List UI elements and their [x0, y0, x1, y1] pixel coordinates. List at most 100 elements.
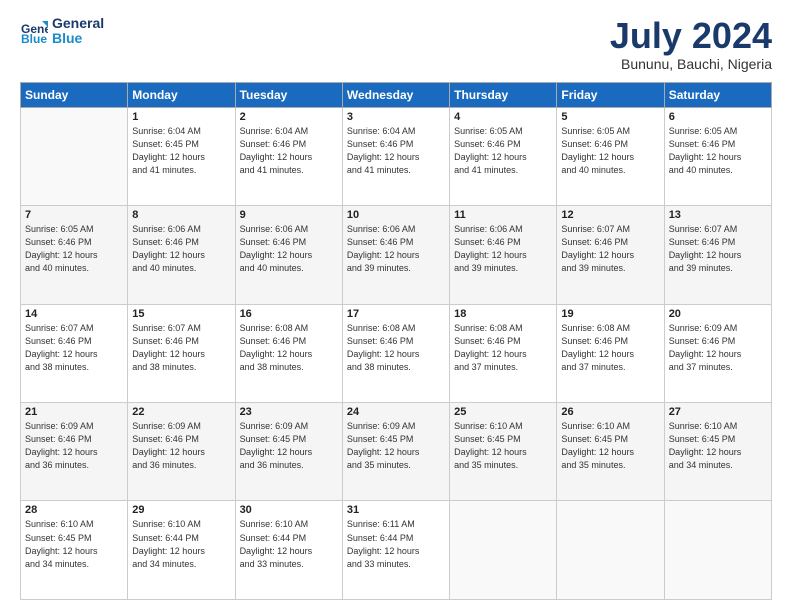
- day-number: 25: [454, 406, 552, 418]
- day-info: Sunrise: 6:06 AM Sunset: 6:46 PM Dayligh…: [347, 223, 445, 275]
- day-number: 14: [25, 308, 123, 320]
- day-number: 26: [561, 406, 659, 418]
- calendar-cell: 17 Sunrise: 6:08 AM Sunset: 6:46 PM Dayli…: [342, 304, 449, 402]
- calendar-cell: 15Sunrise: 6:07 AM Sunset: 6:46 PM Dayli…: [128, 304, 235, 402]
- calendar-cell: 3 Sunrise: 6:04 AM Sunset: 6:46 PM Daylig…: [342, 107, 449, 205]
- calendar-cell: 4Sunrise: 6:05 AM Sunset: 6:46 PM Daylig…: [450, 107, 557, 205]
- month-title: July 2024: [610, 16, 772, 56]
- location: Bununu, Bauchi, Nigeria: [610, 56, 772, 72]
- day-info: Sunrise: 6:04 AM Sunset: 6:46 PM Dayligh…: [347, 125, 445, 177]
- day-number: 12: [561, 209, 659, 221]
- calendar-cell: 12Sunrise: 6:07 AM Sunset: 6:46 PM Dayli…: [557, 206, 664, 304]
- day-number: 5: [561, 111, 659, 123]
- day-number: 18: [454, 308, 552, 320]
- calendar-cell: 2 Sunrise: 6:04 AM Sunset: 6:46 PM Daylig…: [235, 107, 342, 205]
- day-number: 8: [132, 209, 230, 221]
- calendar-cell: 24Sunrise: 6:09 AM Sunset: 6:45 PM Dayli…: [342, 403, 449, 501]
- day-number: 10: [347, 209, 445, 221]
- weekday-header-friday: Friday: [557, 82, 664, 107]
- calendar-cell: 31 Sunrise: 6:11 AM Sunset: 6:44 PM Dayli…: [342, 501, 449, 600]
- calendar-table: SundayMondayTuesdayWednesdayThursdayFrid…: [20, 82, 772, 600]
- day-info: Sunrise: 6:08 AM Sunset: 6:46 PM Dayligh…: [347, 322, 445, 374]
- day-number: 2: [240, 111, 338, 123]
- calendar-cell: 21 Sunrise: 6:09 AM Sunset: 6:46 PM Dayli…: [21, 403, 128, 501]
- day-number: 28: [25, 504, 123, 516]
- calendar-cell: [557, 501, 664, 600]
- weekday-header-tuesday: Tuesday: [235, 82, 342, 107]
- day-number: 31: [347, 504, 445, 516]
- day-info: Sunrise: 6:04 AM Sunset: 6:46 PM Dayligh…: [240, 125, 338, 177]
- calendar-cell: 9 Sunrise: 6:06 AM Sunset: 6:46 PM Daylig…: [235, 206, 342, 304]
- day-number: 6: [669, 111, 767, 123]
- calendar-cell: 11Sunrise: 6:06 AM Sunset: 6:46 PM Dayli…: [450, 206, 557, 304]
- day-number: 21: [25, 406, 123, 418]
- calendar-cell: 23Sunrise: 6:09 AM Sunset: 6:45 PM Dayli…: [235, 403, 342, 501]
- day-info: Sunrise: 6:08 AM Sunset: 6:46 PM Dayligh…: [561, 322, 659, 374]
- calendar-cell: 30Sunrise: 6:10 AM Sunset: 6:44 PM Dayli…: [235, 501, 342, 600]
- calendar-cell: 25Sunrise: 6:10 AM Sunset: 6:45 PM Dayli…: [450, 403, 557, 501]
- header: General Blue General Blue July 2024 Bunu…: [20, 16, 772, 72]
- calendar-cell: 28 Sunrise: 6:10 AM Sunset: 6:45 PM Dayli…: [21, 501, 128, 600]
- day-number: 9: [240, 209, 338, 221]
- day-number: 16: [240, 308, 338, 320]
- day-number: 3: [347, 111, 445, 123]
- day-info: Sunrise: 6:07 AM Sunset: 6:46 PM Dayligh…: [669, 223, 767, 275]
- weekday-header-saturday: Saturday: [664, 82, 771, 107]
- calendar-header: SundayMondayTuesdayWednesdayThursdayFrid…: [21, 82, 772, 107]
- calendar-cell: 20 Sunrise: 6:09 AM Sunset: 6:46 PM Dayli…: [664, 304, 771, 402]
- day-info: Sunrise: 6:10 AM Sunset: 6:45 PM Dayligh…: [25, 518, 123, 570]
- calendar-week-row: 21 Sunrise: 6:09 AM Sunset: 6:46 PM Dayli…: [21, 403, 772, 501]
- calendar-cell: 7Sunrise: 6:05 AM Sunset: 6:46 PM Daylig…: [21, 206, 128, 304]
- logo-icon: General Blue: [20, 17, 48, 45]
- calendar-week-row: 28 Sunrise: 6:10 AM Sunset: 6:45 PM Dayli…: [21, 501, 772, 600]
- day-info: Sunrise: 6:11 AM Sunset: 6:44 PM Dayligh…: [347, 518, 445, 570]
- calendar-cell: 18Sunrise: 6:08 AM Sunset: 6:46 PM Dayli…: [450, 304, 557, 402]
- calendar-cell: 5 Sunrise: 6:05 AM Sunset: 6:46 PM Daylig…: [557, 107, 664, 205]
- calendar-cell: 16 Sunrise: 6:08 AM Sunset: 6:46 PM Dayli…: [235, 304, 342, 402]
- title-block: July 2024 Bununu, Bauchi, Nigeria: [610, 16, 772, 72]
- day-info: Sunrise: 6:06 AM Sunset: 6:46 PM Dayligh…: [454, 223, 552, 275]
- weekday-header-sunday: Sunday: [21, 82, 128, 107]
- calendar-cell: 27Sunrise: 6:10 AM Sunset: 6:45 PM Dayli…: [664, 403, 771, 501]
- day-info: Sunrise: 6:05 AM Sunset: 6:46 PM Dayligh…: [669, 125, 767, 177]
- day-number: 13: [669, 209, 767, 221]
- day-info: Sunrise: 6:10 AM Sunset: 6:44 PM Dayligh…: [132, 518, 230, 570]
- day-number: 29: [132, 504, 230, 516]
- calendar-cell: 8Sunrise: 6:06 AM Sunset: 6:46 PM Daylig…: [128, 206, 235, 304]
- calendar-cell: [664, 501, 771, 600]
- day-number: 20: [669, 308, 767, 320]
- calendar-cell: 19 Sunrise: 6:08 AM Sunset: 6:46 PM Dayli…: [557, 304, 664, 402]
- day-info: Sunrise: 6:09 AM Sunset: 6:46 PM Dayligh…: [25, 420, 123, 472]
- weekday-row: SundayMondayTuesdayWednesdayThursdayFrid…: [21, 82, 772, 107]
- day-info: Sunrise: 6:10 AM Sunset: 6:44 PM Dayligh…: [240, 518, 338, 570]
- day-info: Sunrise: 6:08 AM Sunset: 6:46 PM Dayligh…: [240, 322, 338, 374]
- calendar-body: 1 Sunrise: 6:04 AM Sunset: 6:45 PM Daylig…: [21, 107, 772, 599]
- day-number: 22: [132, 406, 230, 418]
- day-number: 7: [25, 209, 123, 221]
- day-number: 17: [347, 308, 445, 320]
- day-number: 1: [132, 111, 230, 123]
- weekday-header-monday: Monday: [128, 82, 235, 107]
- svg-text:Blue: Blue: [21, 32, 47, 45]
- day-info: Sunrise: 6:06 AM Sunset: 6:46 PM Dayligh…: [240, 223, 338, 275]
- calendar-week-row: 1 Sunrise: 6:04 AM Sunset: 6:45 PM Daylig…: [21, 107, 772, 205]
- calendar-cell: 13 Sunrise: 6:07 AM Sunset: 6:46 PM Dayli…: [664, 206, 771, 304]
- day-info: Sunrise: 6:09 AM Sunset: 6:46 PM Dayligh…: [669, 322, 767, 374]
- calendar-cell: 26Sunrise: 6:10 AM Sunset: 6:45 PM Dayli…: [557, 403, 664, 501]
- day-number: 19: [561, 308, 659, 320]
- calendar-cell: 22Sunrise: 6:09 AM Sunset: 6:46 PM Dayli…: [128, 403, 235, 501]
- day-info: Sunrise: 6:09 AM Sunset: 6:45 PM Dayligh…: [347, 420, 445, 472]
- day-info: Sunrise: 6:05 AM Sunset: 6:46 PM Dayligh…: [561, 125, 659, 177]
- calendar-cell: 29 Sunrise: 6:10 AM Sunset: 6:44 PM Dayli…: [128, 501, 235, 600]
- weekday-header-wednesday: Wednesday: [342, 82, 449, 107]
- day-info: Sunrise: 6:07 AM Sunset: 6:46 PM Dayligh…: [25, 322, 123, 374]
- day-number: 27: [669, 406, 767, 418]
- day-info: Sunrise: 6:09 AM Sunset: 6:45 PM Dayligh…: [240, 420, 338, 472]
- calendar-cell: 1 Sunrise: 6:04 AM Sunset: 6:45 PM Daylig…: [128, 107, 235, 205]
- calendar-week-row: 7Sunrise: 6:05 AM Sunset: 6:46 PM Daylig…: [21, 206, 772, 304]
- calendar-cell: [450, 501, 557, 600]
- day-number: 15: [132, 308, 230, 320]
- day-info: Sunrise: 6:05 AM Sunset: 6:46 PM Dayligh…: [454, 125, 552, 177]
- logo-general: General: [52, 16, 104, 31]
- day-info: Sunrise: 6:04 AM Sunset: 6:45 PM Dayligh…: [132, 125, 230, 177]
